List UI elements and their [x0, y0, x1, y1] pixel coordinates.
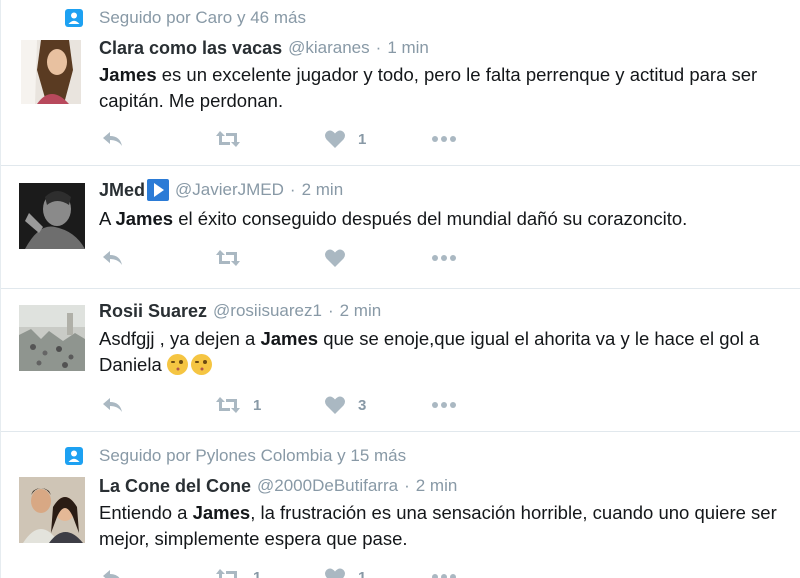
tweet-actions: 1 3 [101, 393, 501, 417]
tweet[interactable]: JMed @JavierJMED · 2 min A James el éxit… [1, 166, 800, 289]
avatar[interactable] [21, 40, 81, 104]
tweet-header: La Cone del Cone @2000DeButifarra · 2 mi… [99, 475, 457, 497]
heart-icon [325, 396, 345, 414]
like-button[interactable]: 1 [324, 565, 366, 578]
retweet-icon [216, 250, 240, 266]
like-button[interactable]: 1 [324, 127, 366, 151]
timestamp[interactable]: 2 min [340, 301, 382, 321]
more-button[interactable] [431, 393, 457, 417]
avatar[interactable] [19, 183, 85, 249]
search-keyword[interactable]: James [99, 64, 157, 85]
social-context-text[interactable]: Seguido por Pylones Colombia y 15 más [99, 446, 406, 466]
retweet-icon [216, 131, 240, 147]
tweet-actions: 1 [101, 127, 501, 151]
like-count: 1 [358, 568, 367, 578]
author-name[interactable]: JMed [99, 180, 145, 201]
tweet-header: Clara como las vacas @kiaranes · 1 min [99, 37, 429, 59]
separator: · [404, 476, 410, 495]
separator: · [289, 180, 296, 199]
social-context: Seguido por Pylones Colombia y 15 más [65, 445, 406, 467]
tweet-actions [101, 246, 501, 270]
social-context: Seguido por Caro y 46 más [65, 7, 306, 29]
author-handle[interactable]: @kiaranes [288, 38, 370, 58]
retweet-icon [216, 569, 237, 578]
reply-button[interactable] [101, 246, 125, 270]
reply-icon [103, 251, 122, 265]
reply-icon [103, 132, 122, 146]
more-button[interactable] [431, 565, 457, 578]
author-name[interactable]: Clara como las vacas [99, 38, 282, 59]
tweet[interactable]: Seguido por Pylones Colombia y 15 más La… [1, 432, 800, 578]
reply-button[interactable] [101, 127, 125, 151]
more-button[interactable] [431, 246, 457, 270]
tweet[interactable]: Seguido por Caro y 46 más Clara como las… [1, 0, 800, 166]
tweet[interactable]: Rosii Suarez @rosiisuarez1 · 2 min Asdfg… [1, 289, 800, 432]
retweet-icon [216, 397, 240, 413]
retweet-button[interactable] [215, 246, 253, 270]
tweet-text: A James el éxito conseguido después del … [99, 208, 688, 229]
avatar[interactable] [19, 477, 85, 543]
like-count: 1 [358, 130, 367, 148]
separator: · [375, 38, 382, 57]
search-keyword[interactable]: James [193, 502, 251, 523]
tweet-header: Rosii Suarez @rosiisuarez1 · 2 min [99, 300, 381, 322]
author-name[interactable]: La Cone del Cone [99, 476, 251, 497]
heart-icon [325, 249, 345, 267]
avatar[interactable] [19, 305, 85, 371]
timeline: Seguido por Caro y 46 más Clara como las… [0, 0, 800, 578]
tweet-text: James es un excelente jugador y todo, pe… [99, 64, 758, 111]
heart-icon [325, 568, 345, 578]
relieved-face-emoji-icon [166, 354, 188, 375]
author-handle[interactable]: @JavierJMED [175, 180, 284, 200]
tweet-header: JMed @JavierJMED · 2 min [99, 179, 343, 201]
separator: · [327, 301, 334, 320]
more-icon [432, 255, 456, 261]
reply-button[interactable] [101, 565, 125, 578]
retweet-count: 1 [253, 396, 262, 414]
person-icon [65, 9, 83, 27]
retweet-button[interactable] [215, 127, 253, 151]
heart-icon [325, 130, 345, 148]
retweet-count: 1 [253, 568, 262, 578]
author-name[interactable]: Rosii Suarez [99, 301, 207, 322]
tweet-text: Entiendo a James, la frustración es una … [99, 502, 777, 549]
reply-button[interactable] [101, 393, 125, 417]
timestamp[interactable]: 1 min [387, 38, 429, 58]
more-button[interactable] [431, 127, 457, 151]
reply-icon [103, 570, 120, 578]
verified-badge-icon [147, 179, 170, 201]
social-context-text[interactable]: Seguido por Caro y 46 más [99, 8, 306, 28]
timestamp[interactable]: 2 min [302, 180, 344, 200]
tweet-actions: 1 1 [101, 565, 501, 578]
more-icon [432, 574, 456, 578]
author-handle[interactable]: @rosiisuarez1 [213, 301, 322, 321]
more-icon [432, 402, 456, 408]
retweet-button[interactable]: 1 [215, 565, 261, 578]
like-count: 3 [358, 396, 367, 414]
like-button[interactable] [324, 246, 358, 270]
timestamp[interactable]: 2 min [416, 476, 458, 496]
person-icon [65, 447, 83, 465]
retweet-button[interactable]: 1 [215, 393, 261, 417]
like-button[interactable]: 3 [324, 393, 366, 417]
search-keyword[interactable]: James [115, 208, 173, 229]
more-icon [432, 136, 456, 142]
reply-icon [103, 398, 122, 412]
author-handle[interactable]: @2000DeButifarra [257, 476, 398, 496]
search-keyword[interactable]: James [260, 328, 318, 349]
relieved-face-emoji-icon [190, 354, 212, 375]
tweet-text: Asdfgjj , ya dejen a James que se enoje,… [99, 328, 760, 375]
